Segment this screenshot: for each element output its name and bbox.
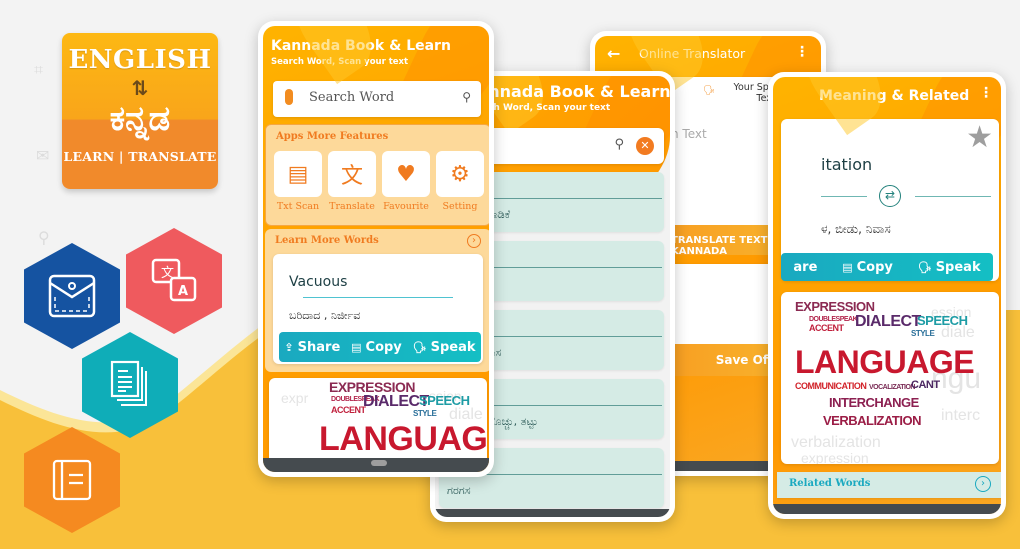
phone-meaning: Meaning & Related ⋮ ★ itation ⇄ ಳ, ಬೀಡು,…: [768, 72, 1006, 519]
phone-home: Kannada Book & Learn Search Word, Scan y…: [258, 21, 494, 477]
related-words-bar[interactable]: Related Words ›: [777, 472, 1001, 498]
home-title: Kannada Book & Learn: [271, 38, 451, 54]
share-icon: ⇪: [284, 340, 294, 354]
features-grid: ▤ Txt Scan 文 Translate ♥ Favourite ⚙ Setting: [274, 151, 484, 212]
mic-ghost-icon: ⚲: [38, 228, 50, 247]
feature-label: Txt Scan: [276, 201, 320, 212]
search-input[interactable]: Search Word ⚲: [273, 81, 481, 117]
chevron-right-icon[interactable]: ›: [467, 234, 481, 248]
speak-button[interactable]: 🗣 Speak: [918, 260, 981, 275]
speak-label: Speak: [935, 259, 981, 275]
action-bar: ⇪ Share ▤ Copy 🗣 Speak: [279, 332, 481, 362]
search-icon[interactable]: ⚲: [462, 90, 471, 104]
app-logo: ENGLISH ⇅ ಕನ್ನಡ LEARN | TRANSLATE: [62, 33, 218, 189]
gear-icon: ⚙: [436, 151, 484, 197]
word-title: Vacuous: [289, 274, 348, 290]
feature-favourite[interactable]: ♥ Favourite: [382, 151, 430, 212]
more-menu-icon[interactable]: ⋮: [795, 44, 809, 60]
home-indicator[interactable]: [371, 460, 387, 466]
nav-bar: [435, 509, 670, 517]
text-scan-icon: ▤: [274, 151, 322, 197]
translator-title: Online Translator: [639, 46, 746, 61]
feature-setting[interactable]: ⚙ Setting: [436, 151, 484, 212]
word-underline: [303, 297, 453, 298]
divider-right: [915, 196, 991, 197]
copy-label: Copy: [856, 259, 893, 275]
translate-ghost-icon: ⌗: [34, 60, 44, 79]
copy-icon: ▤: [351, 340, 362, 354]
translate-icon: 文 A: [151, 258, 197, 302]
share-button[interactable]: are: [793, 260, 817, 275]
nav-bar: [263, 458, 489, 472]
search-results-title: Kannada Book & Learn: [465, 82, 670, 101]
mail-ghost-icon: ✉: [36, 146, 50, 165]
swap-icon[interactable]: ⇄: [879, 185, 901, 207]
word-title: itation: [821, 155, 873, 174]
speak-label: Speak: [430, 339, 476, 355]
related-words-label: Related Words: [789, 478, 871, 489]
search-icon[interactable]: ⚲: [614, 137, 624, 152]
wordcloud-image: ession diale ngu interc verbalization ex…: [781, 292, 999, 464]
clear-icon[interactable]: ✕: [636, 137, 654, 155]
word-card: Vacuous ಬರಿದಾದ , ನಿರ್ಜೀವ ⇪ Share ▤ Copy 🗣 S…: [273, 254, 483, 364]
copy-button[interactable]: ▤ Copy: [842, 260, 893, 275]
logo-english: ENGLISH: [68, 45, 212, 75]
speak-person-icon: 🗣: [703, 85, 716, 96]
learn-title: Learn More Words: [275, 235, 379, 246]
speak-icon: 🗣: [412, 340, 427, 354]
feature-label: Favourite: [383, 201, 429, 212]
wallet-icon: [48, 274, 96, 318]
feature-txt-scan[interactable]: ▤ Txt Scan: [274, 151, 322, 212]
more-menu-icon[interactable]: ⋮: [979, 85, 993, 101]
share-label: are: [793, 259, 818, 275]
word-card: ★ itation ⇄ ಳ, ಬೀಡು, ನಿವಾಸ are ▤ Copy 🗣 Sp…: [781, 119, 999, 281]
share-button[interactable]: ⇪ Share: [284, 340, 340, 355]
copy-button[interactable]: ▤ Copy: [351, 340, 402, 355]
nav-bar: [773, 504, 1001, 514]
feature-label: Setting: [442, 201, 478, 212]
input-field[interactable]: n Text: [671, 127, 707, 141]
share-label: Share: [297, 339, 341, 355]
word-meaning: ಬರಿದಾದ , ನಿರ್ಜೀವ: [289, 309, 361, 322]
mic-icon[interactable]: [285, 89, 293, 105]
action-bar: are ▤ Copy 🗣 Speak: [781, 253, 993, 281]
star-icon[interactable]: ★: [966, 123, 993, 153]
logo-kannada: ಕನ್ನಡ: [109, 99, 171, 139]
result-meaning: ಗರಗಸ: [447, 484, 471, 497]
feature-label: Translate: [329, 201, 375, 212]
learn-panel: Learn More Words › Vacuous ಬರಿದಾದ , ನಿರ್…: [265, 229, 489, 372]
back-arrow-icon[interactable]: ←: [607, 44, 620, 63]
translate-icon: 文: [328, 151, 376, 197]
meaning-title: Meaning & Related: [819, 88, 970, 104]
swap-arrows-icon: ⇅: [131, 76, 149, 100]
word-meaning: ಳ, ಬೀಡು, ನಿವಾಸ: [821, 222, 891, 236]
chevron-right-icon[interactable]: ›: [975, 476, 991, 492]
book-icon: [52, 459, 92, 501]
feature-translate[interactable]: 文 Translate: [328, 151, 376, 212]
heart-icon: ♥: [382, 151, 430, 197]
search-placeholder: Search Word: [309, 90, 395, 105]
svg-text:A: A: [178, 284, 188, 299]
features-panel: Apps More Features ▤ Txt Scan 文 Translate ♥ F…: [265, 124, 489, 226]
speak-button[interactable]: 🗣 Speak: [413, 340, 476, 355]
divider-left: [821, 196, 867, 197]
copy-icon: ▤: [842, 260, 853, 274]
home-subtitle: Search Word, Scan your text: [271, 57, 409, 67]
logo-tagline: LEARN | TRANSLATE: [63, 149, 217, 164]
features-title: Apps More Features: [276, 131, 389, 142]
speak-icon: 🗣: [917, 260, 932, 274]
documents-icon: [110, 360, 147, 406]
wordcloud-image: expr ssion diale EXPRESSION DOUBLESPEAK …: [269, 378, 487, 468]
copy-label: Copy: [365, 339, 402, 355]
